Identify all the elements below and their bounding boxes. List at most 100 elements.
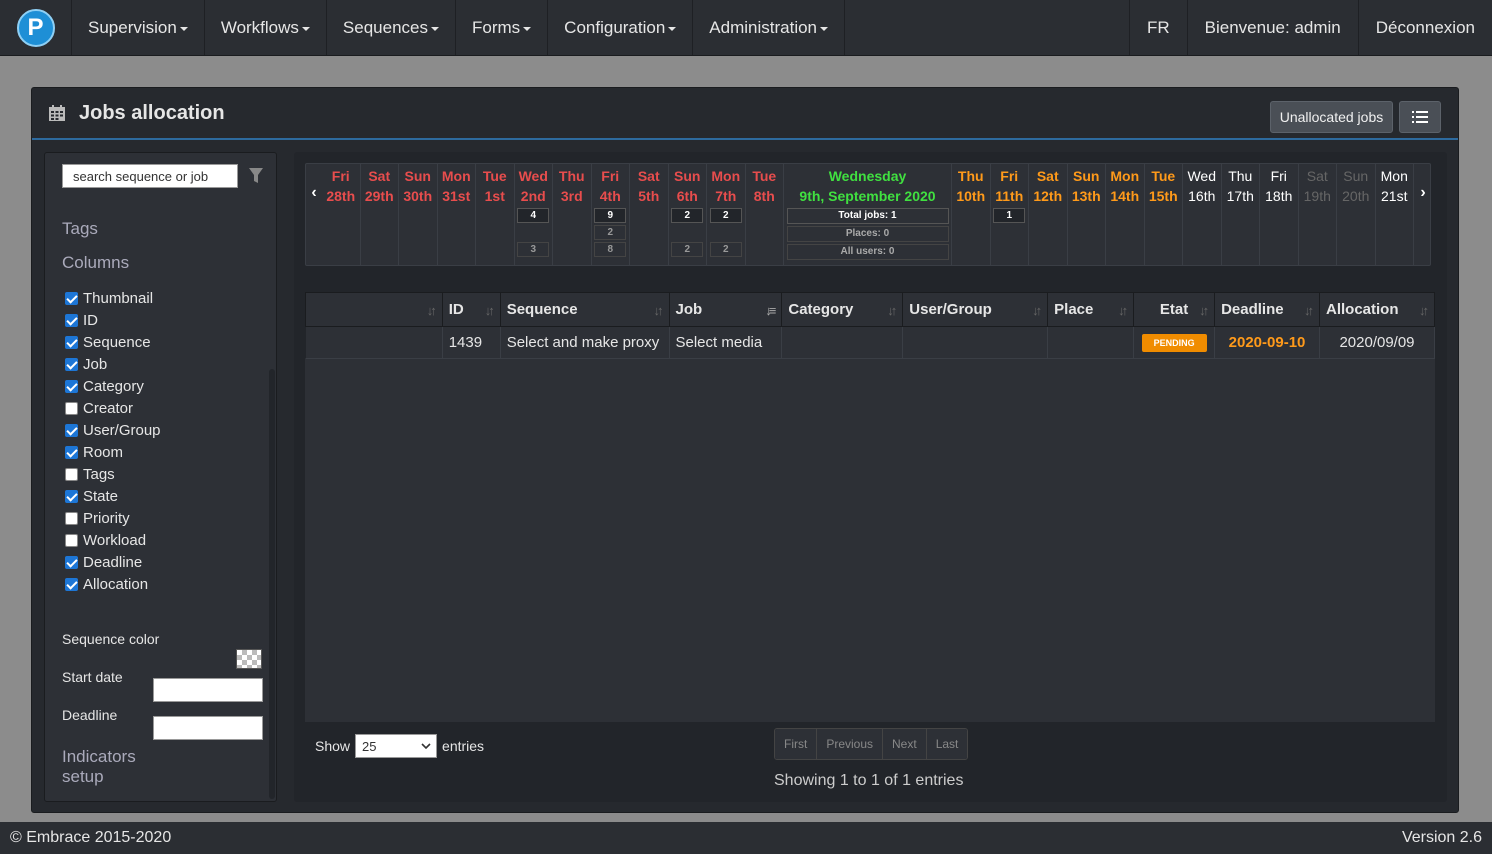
calendar-day[interactable]: Fri 28th <box>322 164 361 265</box>
menu-administration[interactable]: Administration <box>693 0 846 55</box>
start-date-input[interactable] <box>153 678 263 702</box>
column-toggle[interactable]: User/Group <box>65 419 161 441</box>
calendar-prev-button[interactable]: ‹ <box>306 164 322 222</box>
calendar-day[interactable]: Tue 1st <box>476 164 515 265</box>
column-toggle[interactable]: Category <box>65 375 161 397</box>
sidebar-scrollbar[interactable] <box>269 369 275 799</box>
menu-sequences[interactable]: Sequences <box>327 0 456 55</box>
col-allocation[interactable]: Allocation ↓↑ <box>1318 292 1436 327</box>
unallocated-jobs-button[interactable]: Unallocated jobs <box>1270 101 1393 133</box>
calendar-day[interactable]: Fri 4th 9 2 8 <box>592 164 630 265</box>
column-toggle[interactable]: Deadline <box>65 551 161 573</box>
calendar-day[interactable]: Fri 18th <box>1260 164 1299 265</box>
column-toggle[interactable]: Creator <box>65 397 161 419</box>
calendar-day[interactable]: Sun 13th <box>1068 164 1106 265</box>
welcome-user[interactable]: Bienvenue: admin <box>1186 0 1358 55</box>
search-input[interactable]: search sequence or job <box>62 164 238 188</box>
calendar-day[interactable]: Mon 31st <box>438 164 476 265</box>
checkbox-checked[interactable] <box>65 577 78 591</box>
calendar-day[interactable]: Sat 29th <box>361 164 399 265</box>
col-deadline[interactable]: Deadline ↓↑ <box>1214 292 1320 327</box>
day-date: 21st <box>1381 188 1408 204</box>
calendar-day[interactable]: Thu 17th <box>1222 164 1260 265</box>
checkbox-unchecked[interactable] <box>65 533 78 547</box>
col-place[interactable]: Place ↓↑ <box>1047 292 1135 327</box>
menu-configuration[interactable]: Configuration <box>548 0 694 55</box>
col-thumbnail[interactable]: ↓↑ <box>305 292 443 327</box>
checkbox-checked[interactable] <box>65 357 78 371</box>
page-previous-button[interactable]: Previous <box>817 729 884 759</box>
list-view-button[interactable] <box>1399 101 1441 133</box>
calendar-day[interactable]: Mon 21st <box>1376 164 1414 265</box>
calendar-day[interactable]: Fri 11th 1 <box>991 164 1029 265</box>
column-toggle[interactable]: Sequence <box>65 331 161 353</box>
col-etat[interactable]: Etat ↓↑ <box>1133 292 1216 327</box>
col-user-group[interactable]: User/Group ↓↑ <box>902 292 1049 327</box>
column-toggle[interactable]: State <box>65 485 161 507</box>
calendar-day[interactable]: Tue 8th <box>746 164 784 265</box>
page-last-button[interactable]: Last <box>926 729 968 759</box>
calendar-day[interactable]: Wed 16th <box>1183 164 1222 265</box>
checkbox-unchecked[interactable] <box>65 511 78 525</box>
checkbox-checked[interactable] <box>65 291 78 305</box>
col-job[interactable]: Job ↓≡ <box>668 292 783 327</box>
deadline-input[interactable] <box>153 716 263 740</box>
column-toggle[interactable]: Tags <box>65 463 161 485</box>
calendar-day[interactable]: Sat 12th <box>1029 164 1068 265</box>
calendar-day[interactable]: Mon 14th <box>1106 164 1145 265</box>
columns-list: Thumbnail ID Sequence Job Category Creator Use… <box>65 287 161 595</box>
column-toggle[interactable]: Thumbnail <box>65 287 161 309</box>
calendar-day[interactable]: Sat 5th <box>630 164 669 265</box>
tags-heading[interactable]: Tags <box>62 219 98 239</box>
calendar-day[interactable]: Thu 3rd <box>553 164 592 265</box>
checkbox-unchecked[interactable] <box>65 467 78 481</box>
column-toggle[interactable]: Workload <box>65 529 161 551</box>
show-label: Show <box>315 738 351 754</box>
column-toggle[interactable]: Job <box>65 353 161 375</box>
table-row[interactable]: 1439 Select and make proxy Select media … <box>305 326 1436 359</box>
calendar-day[interactable]: Thu 10th <box>952 164 991 265</box>
page-next-button[interactable]: Next <box>883 729 927 759</box>
column-toggle[interactable]: Priority <box>65 507 161 529</box>
col-sequence[interactable]: Sequence ↓↑ <box>499 292 670 327</box>
calendar-today[interactable]: Wednesday 9th, September 2020 Total jobs: … <box>784 164 952 265</box>
filter-icon[interactable] <box>248 167 264 185</box>
calendar-day[interactable]: Sun 30th <box>399 164 438 265</box>
indicators-setup-heading[interactable]: Indicators setup <box>62 747 136 787</box>
sort-icon: ↓↑ <box>426 303 437 318</box>
col-id[interactable]: ID ↓↑ <box>441 292 501 327</box>
sequence-color-picker[interactable] <box>236 649 262 669</box>
sort-icon: ↓↑ <box>1419 303 1429 318</box>
column-toggle[interactable]: Allocation <box>65 573 161 595</box>
day-date: 15th <box>1148 188 1178 204</box>
calendar-day[interactable]: Wed 2nd 4 3 <box>515 164 553 265</box>
app-logo[interactable]: P <box>0 0 72 55</box>
menu-forms[interactable]: Forms <box>456 0 549 55</box>
columns-heading[interactable]: Columns <box>62 253 129 273</box>
menu-supervision[interactable]: Supervision <box>72 0 205 55</box>
page-first-button[interactable]: First <box>775 729 818 759</box>
day-of-week: Mon <box>441 168 471 184</box>
checkbox-checked[interactable] <box>65 489 78 503</box>
col-category[interactable]: Category ↓↑ <box>781 292 904 327</box>
checkbox-checked[interactable] <box>65 555 78 569</box>
calendar-day[interactable]: Sat 19th <box>1299 164 1337 265</box>
calendar-day[interactable]: Sun 6th 2 2 <box>669 164 707 265</box>
checkbox-checked[interactable] <box>65 445 78 459</box>
column-toggle[interactable]: ID <box>65 309 161 331</box>
language-switch[interactable]: FR <box>1128 0 1187 55</box>
checkbox-checked[interactable] <box>65 379 78 393</box>
checkbox-checked[interactable] <box>65 335 78 349</box>
checkbox-checked[interactable] <box>65 423 78 437</box>
column-toggle[interactable]: Room <box>65 441 161 463</box>
checkbox-checked[interactable] <box>65 313 78 327</box>
page-size-select[interactable]: 25 <box>355 734 438 758</box>
checkbox-unchecked[interactable] <box>65 401 78 415</box>
calendar-day[interactable]: Sun 20th <box>1337 164 1376 265</box>
menu-workflows[interactable]: Workflows <box>205 0 327 55</box>
calendar-day[interactable]: Mon 7th 2 2 <box>707 164 746 265</box>
logout-link[interactable]: Déconnexion <box>1357 0 1492 55</box>
calendar-day[interactable]: Tue 15th <box>1145 164 1183 265</box>
calendar-next-button[interactable]: › <box>1415 164 1431 222</box>
page-footer: © Embrace 2015-2020 Version 2.6 <box>0 822 1492 854</box>
